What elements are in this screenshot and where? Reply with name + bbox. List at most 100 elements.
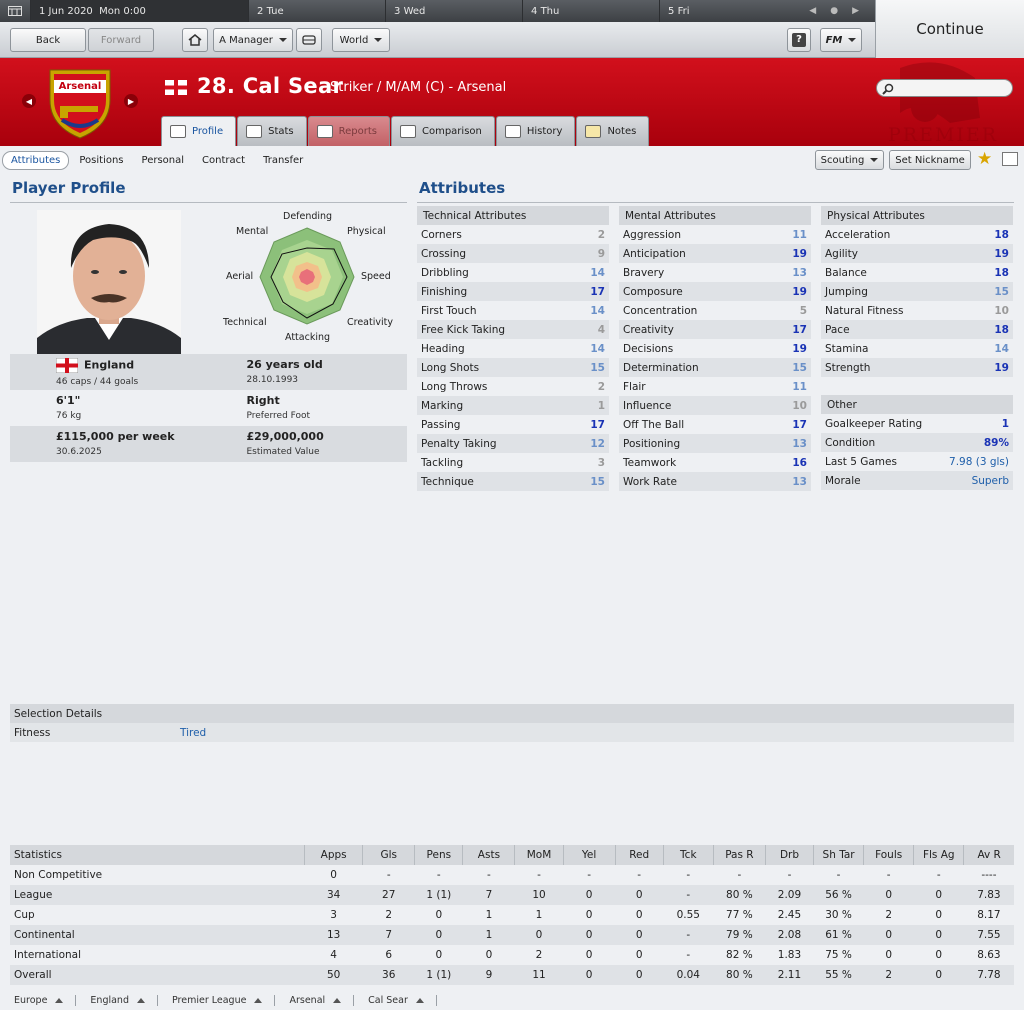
attribute-row[interactable]: Strength 19 bbox=[821, 358, 1013, 377]
table-row[interactable]: Continental 13 7 0 1 0 0 0-79 % 2.08 61 % 0 0 7.55 bbox=[10, 925, 1014, 945]
subnav-transfer[interactable]: Transfer bbox=[255, 152, 311, 169]
tab-notes[interactable]: Notes bbox=[576, 116, 650, 146]
attribute-row[interactable]: Balance 18 bbox=[821, 263, 1013, 282]
attribute-row[interactable]: Heading 14 bbox=[417, 339, 609, 358]
column-header[interactable]: MoM bbox=[514, 845, 564, 865]
attribute-row[interactable]: Long Shots 15 bbox=[417, 358, 609, 377]
breadcrumb-item[interactable]: Europe bbox=[0, 994, 77, 1006]
column-header[interactable]: Asts bbox=[462, 845, 515, 865]
tab-history[interactable]: History bbox=[495, 116, 576, 146]
star-icon[interactable]: ★ bbox=[977, 149, 992, 169]
tab-comparison[interactable]: Comparison bbox=[390, 116, 495, 146]
forward-button[interactable]: Forward bbox=[88, 28, 154, 52]
attribute-row[interactable]: Aggression 11 bbox=[619, 225, 811, 244]
breadcrumb-item[interactable]: England bbox=[76, 994, 158, 1006]
column-header[interactable]: Pens bbox=[414, 845, 463, 865]
attribute-row[interactable]: First Touch 14 bbox=[417, 301, 609, 320]
attribute-row[interactable]: Passing 17 bbox=[417, 415, 609, 434]
column-header[interactable]: Gls bbox=[362, 845, 415, 865]
attribute-row[interactable]: Marking 1 bbox=[417, 396, 609, 415]
column-header[interactable]: Av R bbox=[963, 845, 1014, 865]
back-button[interactable]: Back bbox=[10, 28, 86, 52]
column-header[interactable]: Yel bbox=[562, 845, 616, 865]
attribute-row[interactable]: Condition 89% bbox=[821, 433, 1013, 452]
attribute-row[interactable]: Goalkeeper Rating 1 bbox=[821, 414, 1013, 433]
subnav-attributes[interactable]: Attributes bbox=[2, 150, 70, 170]
table-row[interactable]: Overall 50 36 1 (1) 9 11 0 0 0.04 80 % 2.11 55 % 2 0 7… bbox=[10, 965, 1014, 985]
breadcrumb-item[interactable]: Cal Sear bbox=[354, 994, 437, 1006]
attribute-row[interactable]: Concentration 5 bbox=[619, 301, 811, 320]
attribute-row[interactable]: Flair 11 bbox=[619, 377, 811, 396]
attribute-row[interactable]: Long Throws 2 bbox=[417, 377, 609, 396]
attribute-row[interactable]: Decisions 19 bbox=[619, 339, 811, 358]
attribute-row[interactable]: Agility 19 bbox=[821, 244, 1013, 263]
column-header[interactable]: Fouls bbox=[863, 845, 914, 865]
attribute-row[interactable]: Bravery 13 bbox=[619, 263, 811, 282]
table-row[interactable]: Cup 3 2 0 1 1 0 0 0.55 77 % 2.45 30 % 2 0 8.17 bbox=[10, 905, 1014, 925]
attribute-row[interactable]: Teamwork 16 bbox=[619, 453, 811, 472]
prev-icon[interactable]: ◀ bbox=[809, 6, 816, 16]
attribute-row[interactable]: Pace 18 bbox=[821, 320, 1013, 339]
column-header[interactable]: Red bbox=[614, 845, 664, 865]
tab-reports[interactable]: Reports bbox=[307, 116, 390, 146]
attribute-row[interactable]: Morale Superb bbox=[821, 471, 1013, 490]
column-header[interactable]: Drb bbox=[764, 845, 814, 865]
attribute-row[interactable]: Penalty Taking 12 bbox=[417, 434, 609, 453]
set-nickname-button[interactable]: Set Nickname bbox=[889, 150, 971, 170]
scouting-button[interactable]: Scouting bbox=[815, 150, 884, 170]
today-icon[interactable]: ● bbox=[830, 6, 838, 16]
attribute-row[interactable]: Creativity 17 bbox=[619, 320, 811, 339]
breadcrumb-item[interactable]: Premier League bbox=[158, 994, 276, 1006]
table-row[interactable]: International 4 6 0 0 2 0 0 - 82 % 1.83 75 % 0 0 8.63 bbox=[10, 945, 1014, 965]
world-menu-button[interactable]: World bbox=[332, 28, 390, 52]
attribute-row[interactable]: Influence 10 bbox=[619, 396, 811, 415]
calendar-day[interactable]: 2 Tue bbox=[248, 0, 385, 22]
attribute-row[interactable]: Free Kick Taking 4 bbox=[417, 320, 609, 339]
attribute-row[interactable]: Dribbling 14 bbox=[417, 263, 609, 282]
add-to-list-icon[interactable] bbox=[1002, 152, 1018, 166]
column-header[interactable]: Pas R bbox=[712, 845, 766, 865]
attribute-row[interactable]: Work Rate 13 bbox=[619, 472, 811, 491]
subnav-positions[interactable]: Positions bbox=[71, 152, 131, 169]
nation-name[interactable]: England bbox=[84, 359, 134, 372]
inbox-button[interactable] bbox=[296, 28, 322, 52]
column-header[interactable]: Sh Tar bbox=[813, 845, 864, 865]
column-header[interactable]: Statistics bbox=[10, 845, 305, 865]
prev-player-arrow-icon[interactable]: ◀ bbox=[22, 94, 36, 108]
attribute-row[interactable]: Stamina 14 bbox=[821, 339, 1013, 358]
attribute-row[interactable]: Tackling 3 bbox=[417, 453, 609, 472]
search-input[interactable] bbox=[876, 79, 1013, 97]
next-player-arrow-icon[interactable]: ▶ bbox=[124, 94, 138, 108]
attribute-row[interactable]: Off The Ball 17 bbox=[619, 415, 811, 434]
calendar-day[interactable]: 4 Thu bbox=[522, 0, 659, 22]
calendar-day[interactable]: 5 Fri bbox=[659, 0, 785, 22]
attribute-row[interactable]: Natural Fitness 10 bbox=[821, 301, 1013, 320]
fm-menu-button[interactable]: FM bbox=[820, 28, 862, 52]
continue-button[interactable]: Continue bbox=[875, 0, 1024, 58]
attribute-row[interactable]: Composure 19 bbox=[619, 282, 811, 301]
attribute-row[interactable]: Anticipation 19 bbox=[619, 244, 811, 263]
calendar-day[interactable]: 3 Wed bbox=[385, 0, 522, 22]
column-header[interactable]: Fls Ag bbox=[913, 845, 964, 865]
next-icon[interactable]: ▶ bbox=[852, 6, 859, 16]
column-header[interactable]: Apps bbox=[304, 845, 363, 865]
manager-menu-button[interactable]: A Manager bbox=[213, 28, 293, 52]
tab-profile[interactable]: Profile bbox=[161, 116, 237, 146]
attribute-row[interactable]: Crossing 9 bbox=[417, 244, 609, 263]
attribute-row[interactable]: Technique 15 bbox=[417, 472, 609, 491]
attribute-row[interactable]: Corners 2 bbox=[417, 225, 609, 244]
table-row[interactable]: Non Competitive 0- - - - - - - - - - - - ---- bbox=[10, 865, 1014, 885]
table-row[interactable]: League 34 27 1 (1) 7 10 0 0-80 % 2.09 56 % 0 0 7.83 bbox=[10, 885, 1014, 905]
breadcrumb-item[interactable]: Arsenal bbox=[275, 994, 355, 1006]
attribute-row[interactable]: Acceleration 18 bbox=[821, 225, 1013, 244]
home-button[interactable] bbox=[182, 28, 208, 52]
calendar-icon[interactable] bbox=[0, 0, 30, 22]
attribute-row[interactable]: Determination 15 bbox=[619, 358, 811, 377]
tab-stats[interactable]: Stats bbox=[237, 116, 307, 146]
arsenal-crest-icon[interactable]: Arsenal bbox=[46, 66, 114, 140]
subnav-contract[interactable]: Contract bbox=[194, 152, 253, 169]
column-header[interactable]: Tck bbox=[662, 845, 714, 865]
help-button[interactable]: ? bbox=[787, 28, 811, 52]
attribute-row[interactable]: Jumping 15 bbox=[821, 282, 1013, 301]
attribute-row[interactable]: Positioning 13 bbox=[619, 434, 811, 453]
